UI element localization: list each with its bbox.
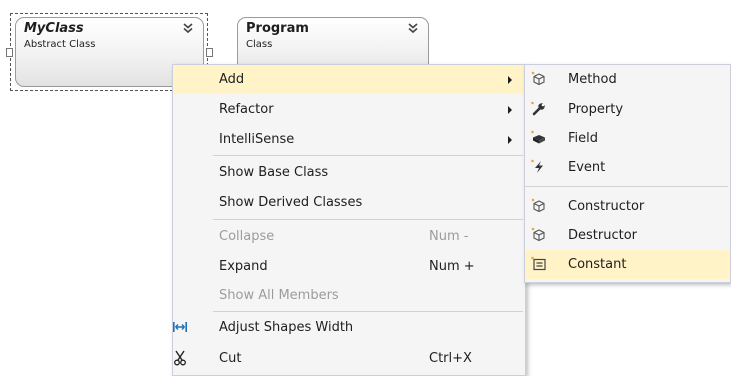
submenu-item-label: Constant bbox=[568, 257, 627, 272]
program-kind: Class bbox=[246, 39, 273, 50]
menu-item-collapse[interactable]: Collapse Num - bbox=[173, 222, 525, 251]
submenu-item-label: Constructor bbox=[568, 199, 645, 214]
menu-item-cut[interactable]: Cut Ctrl+X bbox=[173, 344, 525, 373]
constant-icon bbox=[531, 256, 547, 272]
field-icon bbox=[531, 130, 547, 146]
submenu-item-property[interactable]: Property bbox=[525, 95, 730, 124]
shortcut-text: Num + bbox=[429, 259, 475, 274]
lightning-icon bbox=[531, 159, 547, 175]
menu-item-label: IntelliSense bbox=[219, 132, 295, 147]
submenu-item-event[interactable]: Event bbox=[525, 153, 730, 182]
collapse-chevron-icon[interactable] bbox=[182, 22, 194, 34]
submenu-arrow-icon bbox=[508, 106, 512, 114]
scissors-icon bbox=[172, 350, 188, 366]
submenu-item-label: Field bbox=[568, 131, 599, 146]
submenu-item-label: Property bbox=[568, 102, 624, 117]
myclass-kind: Abstract Class bbox=[24, 39, 96, 50]
submenu-item-label: Destructor bbox=[568, 228, 638, 243]
myclass-title: MyClass bbox=[24, 21, 84, 36]
method-icon bbox=[531, 71, 547, 87]
menu-item-label: Show Derived Classes bbox=[219, 195, 363, 210]
shortcut-text: Ctrl+X bbox=[429, 351, 472, 366]
shortcut-text: Num - bbox=[429, 229, 469, 244]
menu-item-show-all-members[interactable]: Show All Members bbox=[173, 281, 525, 310]
adjust-width-icon bbox=[172, 319, 188, 335]
menu-item-label: Adjust Shapes Width bbox=[219, 320, 354, 335]
menu-item-label: Cut bbox=[219, 351, 242, 366]
menu-item-expand[interactable]: Expand Num + bbox=[173, 252, 525, 281]
menu-item-label: Show All Members bbox=[219, 288, 339, 303]
constructor-icon bbox=[531, 198, 547, 214]
menu-item-label: Show Base Class bbox=[219, 165, 329, 180]
menu-item-add[interactable]: Add bbox=[173, 65, 525, 94]
submenu-item-label: Method bbox=[568, 72, 617, 87]
context-menu: Add Refactor IntelliSense Show Base Clas… bbox=[172, 64, 526, 376]
submenu-arrow-icon bbox=[508, 136, 512, 144]
menu-item-refactor[interactable]: Refactor bbox=[173, 95, 525, 124]
collapse-chevron-icon[interactable] bbox=[407, 22, 419, 34]
menu-item-label: Refactor bbox=[219, 102, 274, 117]
menu-item-show-base-class[interactable]: Show Base Class bbox=[173, 158, 525, 187]
program-title: Program bbox=[246, 21, 309, 36]
menu-item-label: Expand bbox=[219, 259, 268, 274]
menu-item-show-derived-classes[interactable]: Show Derived Classes bbox=[173, 188, 525, 217]
submenu-item-constructor[interactable]: Constructor bbox=[525, 192, 730, 221]
submenu-item-constant[interactable]: Constant bbox=[525, 250, 730, 279]
menu-separator bbox=[213, 219, 523, 220]
submenu-arrow-icon bbox=[508, 76, 512, 84]
menu-item-intellisense[interactable]: IntelliSense bbox=[173, 125, 525, 154]
wrench-icon bbox=[531, 101, 547, 117]
menu-separator bbox=[525, 186, 728, 187]
resize-grip-right[interactable] bbox=[206, 48, 213, 57]
submenu-item-field[interactable]: Field bbox=[525, 124, 730, 153]
menu-item-label: Collapse bbox=[219, 229, 275, 244]
menu-item-adjust-shapes-width[interactable]: Adjust Shapes Width bbox=[173, 313, 525, 342]
submenu-item-method[interactable]: Method bbox=[525, 65, 730, 94]
submenu-item-label: Event bbox=[568, 160, 606, 175]
menu-item-label: Add bbox=[219, 72, 245, 87]
menu-separator bbox=[213, 155, 523, 156]
destructor-icon bbox=[531, 227, 547, 243]
submenu-item-destructor[interactable]: Destructor bbox=[525, 221, 730, 250]
menu-separator bbox=[213, 311, 523, 312]
add-submenu: Method Property Field Event Constructor … bbox=[524, 64, 731, 283]
resize-grip-left[interactable] bbox=[6, 48, 13, 57]
